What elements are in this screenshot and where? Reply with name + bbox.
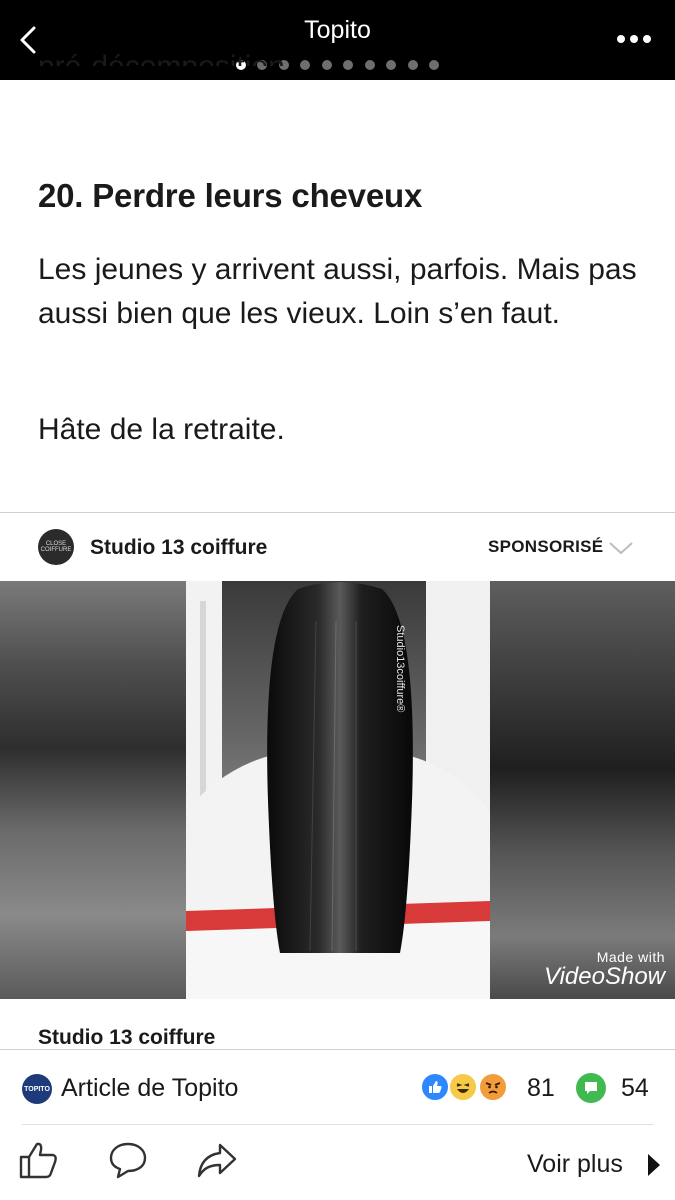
comment-button-icon[interactable] [108,1140,148,1180]
like-button-icon[interactable] [18,1140,60,1180]
angry-icon [478,1072,508,1102]
video-frame [186,581,490,999]
comment-count[interactable]: 54 [621,1074,649,1103]
page-dot[interactable] [429,60,440,70]
more-dot-icon [643,35,651,43]
divider [22,1124,654,1125]
photo-watermark: Studio13coiffure® [394,625,406,713]
advertiser-name[interactable]: Studio 13 coiffure [90,536,267,560]
sponsored-label: SPONSORISÉ [488,537,604,556]
more-dot-icon [630,35,638,43]
article-paragraph: Les jeunes y arrivent aussi, parfois. Ma… [38,253,637,330]
page-dot[interactable] [300,60,311,70]
share-button-icon[interactable] [196,1140,238,1180]
advertiser-avatar[interactable]: CLOSE COIFFURE [38,529,74,565]
reaction-count[interactable]: 81 [527,1074,555,1103]
action-bar: Voir plus [0,1130,675,1200]
hair-photo [186,581,490,999]
topito-logo[interactable]: TOPITO [22,1074,52,1104]
more-dot-icon [617,35,625,43]
haha-icon [448,1072,478,1102]
section-heading: 20. Perdre leurs cheveux [38,177,423,214]
top-bar: Topito [0,0,675,80]
chevron-down-icon[interactable] [608,540,634,556]
sponsored-post-header: CLOSE COIFFURE Studio 13 coiffure SPONSO… [0,514,675,580]
video-blur-right [489,581,675,999]
more-options-button[interactable] [617,28,651,50]
attribution-row: TOPITO Article de Topito 81 54 [0,1060,675,1120]
divider [0,512,675,513]
page-dot[interactable] [386,60,397,70]
page-dot[interactable] [343,60,354,70]
page-dot[interactable] [321,60,332,70]
reaction-summary[interactable] [420,1072,512,1104]
page-title: Topito [304,16,371,44]
article-paragraph: Hâte de la retraite. [38,413,285,446]
page-dot[interactable] [407,60,418,70]
page-dot[interactable] [364,60,375,70]
clipped-article-text: pré-décomposition. [38,44,293,66]
article-source[interactable]: Article de Topito [61,1074,238,1103]
sponsored-video[interactable]: Made with VideoShow [0,581,675,999]
play-arrow-icon[interactable] [646,1152,662,1178]
divider [0,1049,675,1050]
like-icon [420,1072,450,1102]
see-more-button[interactable]: Voir plus [527,1150,623,1179]
video-blur-left [0,581,186,999]
video-watermark: Made with VideoShow [544,949,665,991]
comment-bubble-icon[interactable] [576,1073,606,1103]
ad-caption[interactable]: Studio 13 coiffure [38,1026,215,1050]
watermark-brand: VideoShow [544,963,665,990]
